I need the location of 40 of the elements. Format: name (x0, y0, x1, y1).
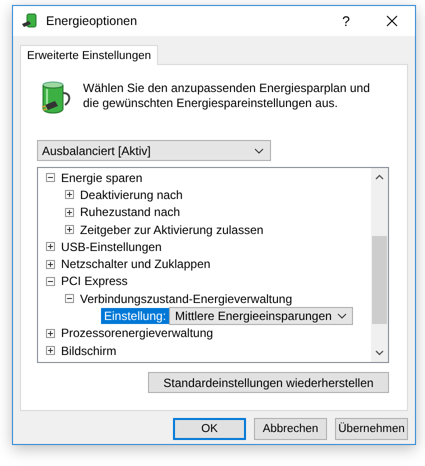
scroll-up-icon[interactable] (375, 174, 384, 180)
tree-item[interactable]: Ruhezustand nach (80, 205, 180, 220)
scroll-thumb[interactable] (372, 236, 387, 324)
tree-item[interactable]: Energie sparen (61, 170, 142, 185)
battery-plug-icon (39, 79, 73, 115)
tab[interactable]: Erweiterte Einstellungen (20, 45, 158, 65)
tree-item[interactable]: Deaktivierung nach (80, 188, 183, 202)
tree-item[interactable]: Netzschalter und Zuklappen (61, 257, 210, 272)
tree-item[interactable]: Bildschirm (61, 344, 116, 358)
battery-plug-icon (21, 12, 39, 30)
expand-icon[interactable] (65, 225, 74, 234)
collapse-icon[interactable] (46, 276, 55, 286)
expand-icon[interactable] (65, 190, 74, 200)
setting-dropdown[interactable]: Mittlere Energieeinsparungen (169, 307, 354, 326)
expand-icon[interactable] (65, 208, 74, 217)
dialog-button[interactable]: OK (173, 418, 246, 440)
restore-defaults-button[interactable]: Standardeinstellungen wiederherstellen (148, 372, 389, 393)
expand-icon[interactable] (46, 346, 55, 356)
collapse-icon[interactable] (46, 173, 55, 182)
plan-dropdown[interactable]: Ausbalanciert [Aktiv] (37, 140, 271, 161)
expand-icon[interactable] (46, 260, 55, 269)
window-title: Energieoptionen (46, 14, 138, 28)
tree-item[interactable]: Zeitgeber zur Aktivierung zulassen (80, 222, 264, 237)
tree-item[interactable]: Prozessorenergieverwaltung (61, 326, 214, 340)
collapse-icon[interactable] (65, 294, 74, 304)
chevron-down-icon (337, 313, 348, 320)
expand-icon[interactable] (46, 242, 55, 252)
intro-text: Wählen Sie den anzupassenden Energiesparplan und die gewünschten Energiespareinstellungen aus. (83, 80, 371, 111)
setting-label: Einstellung: (101, 308, 170, 324)
scrollbar[interactable] (371, 168, 388, 362)
dialog-button[interactable]: Übernehmen (335, 418, 408, 440)
tree-item[interactable]: Verbindungszustand-Energieverwaltung (80, 292, 292, 306)
scroll-down-icon[interactable] (375, 350, 384, 356)
help-button[interactable]: ? (323, 6, 369, 36)
expand-icon[interactable] (46, 328, 55, 338)
chevron-down-icon (254, 148, 264, 154)
tree-item[interactable]: USB-Einstellungen (61, 240, 162, 254)
dialog-button[interactable]: Abbrechen (254, 418, 327, 440)
close-icon[interactable] (386, 15, 398, 27)
tree-item[interactable]: PCI Express (61, 274, 128, 288)
